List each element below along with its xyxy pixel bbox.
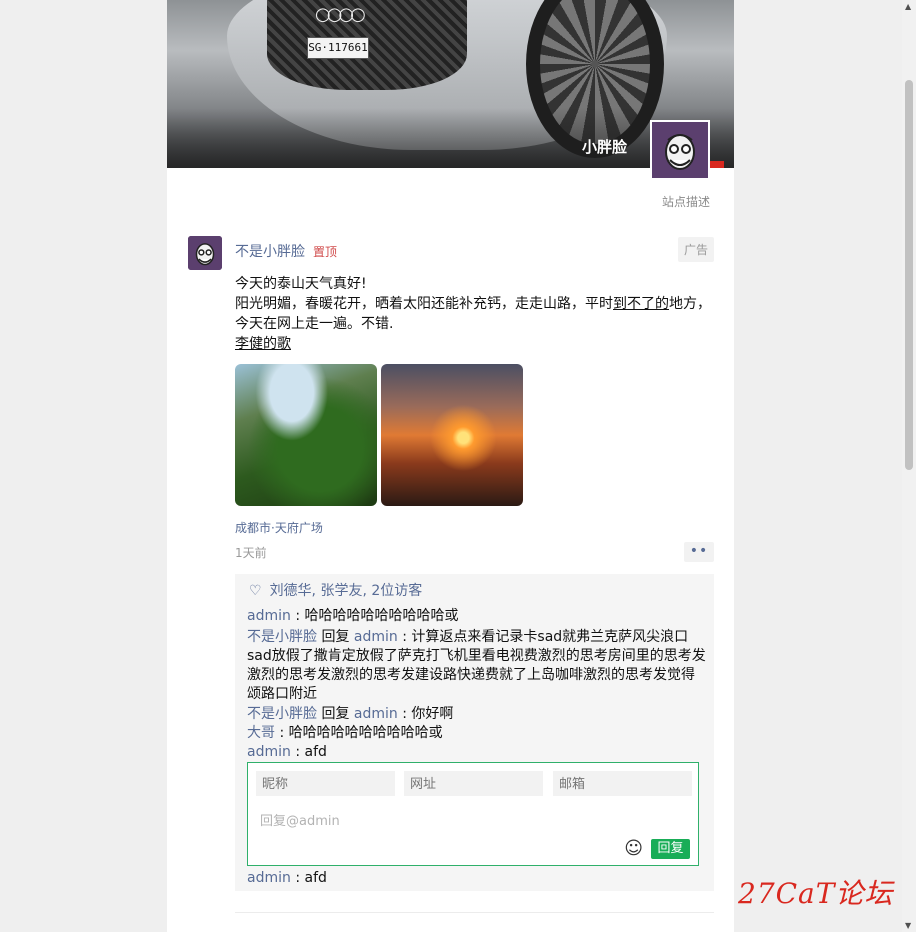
emoji-icon[interactable]: ☺ (624, 838, 643, 859)
likes-list[interactable]: 刘德华, 张学友, 2位访客 (270, 583, 423, 599)
comment-item[interactable]: 不是小胖脸 回复 admin : 计算返点来看记录卡sad就弗兰克萨风尖浪口sa… (247, 628, 707, 704)
post-location[interactable]: 成都市·天府广场 (235, 519, 323, 536)
post-line-text: 地方， (669, 296, 711, 312)
comment-sep: : (290, 744, 305, 760)
reply-word: 回复 (317, 706, 354, 722)
post-line-text: 阳光明媚，春暖花开，晒着太阳还能补充钙，走走山路，平时 (235, 296, 613, 312)
post-line: 今天在网上走一遍。不错. (235, 316, 394, 332)
heart-icon: ♡ (249, 583, 262, 599)
post-author-name[interactable]: 不是小胖脸 (235, 241, 305, 261)
comment-item[interactable]: 大哥 : 哈哈哈哈哈哈哈哈哈哈或 (247, 724, 707, 743)
post-time: 1天前 (235, 546, 267, 560)
pinned-badge: 置顶 (313, 245, 338, 259)
comment-sep: : (290, 608, 305, 624)
comment-sep: : (397, 706, 412, 722)
reply-textarea[interactable]: 回复@admin (260, 810, 340, 829)
comment-item[interactable]: admin : afd (247, 869, 707, 888)
commenter-name[interactable]: 大哥 (247, 725, 275, 741)
reply-word: 回复 (317, 629, 354, 645)
old-man-face-icon (188, 236, 222, 270)
post-divider (235, 912, 714, 913)
post-photo-mountain[interactable] (235, 364, 377, 506)
moments-page: ○○○○ SG·117661 小胖脸 站点描述 不是小胖脸 置顶 广告 今天的泰… (167, 0, 734, 932)
reply-target[interactable]: admin (354, 706, 398, 722)
reply-submit-button[interactable]: 回复 (651, 839, 690, 859)
song-link[interactable]: 李健的歌 (235, 334, 715, 354)
reply-form: 回复@admin ☺ 回复 (247, 762, 699, 866)
post-author-avatar[interactable] (188, 236, 222, 270)
scrollbar[interactable]: ▲ ▼ (902, 0, 916, 932)
cover-image: ○○○○ SG·117661 小胖脸 (167, 0, 734, 168)
watermark: 27CaT论坛 (738, 877, 894, 910)
comment-sep: : (275, 725, 289, 741)
commenter-name[interactable]: admin (247, 870, 291, 886)
comment-item[interactable]: admin : 哈哈哈哈哈哈哈哈哈哈或 (247, 607, 707, 626)
commenter-name[interactable]: admin (247, 608, 291, 624)
ad-badge[interactable]: 广告 (677, 237, 714, 262)
cover-shadow (167, 108, 734, 168)
nickname-input[interactable] (256, 771, 395, 796)
comment-sep: : (397, 629, 412, 645)
reply-target[interactable]: admin (354, 629, 398, 645)
comment-sep: : (290, 870, 305, 886)
license-plate: SG·117661 (307, 37, 369, 59)
scroll-up-arrow-icon[interactable]: ▲ (905, 2, 911, 11)
commenter-name[interactable]: 不是小胖脸 (247, 629, 317, 645)
comment-item[interactable]: admin : afd (247, 743, 707, 762)
inline-link[interactable]: 到不了的 (613, 296, 669, 312)
comment-item[interactable]: 不是小胖脸 回复 admin : 你好啊 (247, 705, 707, 724)
comment-text: 哈哈哈哈哈哈哈哈哈哈或 (288, 725, 443, 741)
post-content: 今天的泰山天气真好! 阳光明媚，春暖花开，晒着太阳还能补充钙，走走山路，平时到不… (235, 274, 715, 354)
comment-text: 哈哈哈哈哈哈哈哈哈哈或 (304, 608, 459, 624)
scroll-down-arrow-icon[interactable]: ▼ (905, 921, 911, 930)
commenter-name[interactable]: 不是小胖脸 (247, 706, 317, 722)
old-man-face-icon (652, 122, 708, 178)
more-actions-button[interactable]: •• (684, 542, 714, 562)
likes-row: ♡ 刘德华, 张学友, 2位访客 (249, 580, 422, 600)
post-line: 今天的泰山天气真好! (235, 276, 367, 292)
email-input[interactable] (553, 771, 692, 796)
comment-text: 你好啊 (411, 706, 454, 722)
cover-username: 小胖脸 (582, 138, 628, 156)
website-input[interactable] (404, 771, 543, 796)
cover-marker (710, 161, 724, 168)
scroll-thumb[interactable] (905, 80, 913, 470)
comments-section: ♡ 刘德华, 张学友, 2位访客 admin : 哈哈哈哈哈哈哈哈哈哈或 不是小胖… (235, 574, 714, 891)
post-photo-sunrise[interactable] (381, 364, 523, 506)
site-description: 站点描述 (661, 195, 710, 209)
commenter-name[interactable]: admin (247, 744, 291, 760)
car-logo: ○○○○ (315, 4, 366, 25)
comment-text: afd (304, 744, 327, 760)
comment-text: afd (304, 870, 327, 886)
post-line: 阳光明媚，春暖花开，晒着太阳还能补充钙，走走山路，平时到不了的地方， (235, 294, 715, 314)
cover-avatar[interactable] (650, 120, 710, 180)
